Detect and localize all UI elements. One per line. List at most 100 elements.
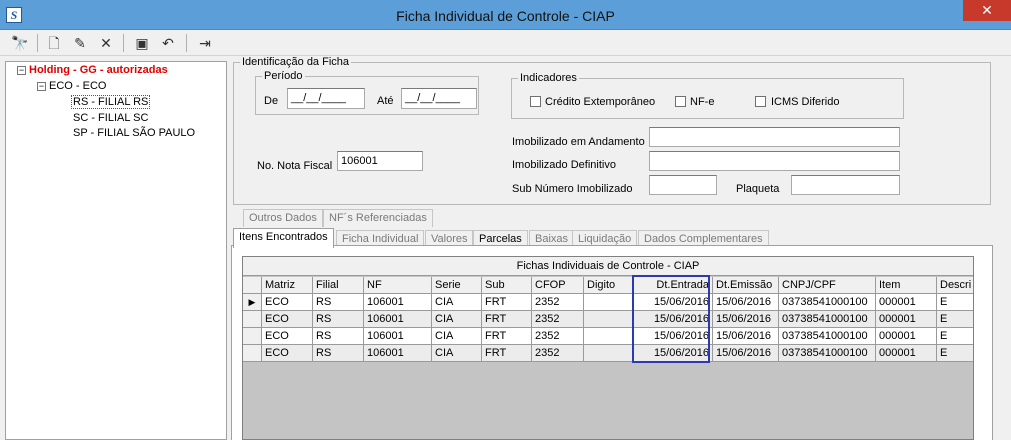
grid-cell-item[interactable]: 000001 [876, 345, 937, 362]
column-header-cfop[interactable]: CFOP [532, 277, 584, 294]
grid-cell-cfop[interactable]: 2352 [532, 345, 584, 362]
grid-cell-filial[interactable]: RS [313, 294, 364, 311]
imobilizado-definitivo-input[interactable] [649, 151, 900, 171]
grid-cell-cnpj-cpf[interactable]: 03738541000100 [779, 328, 876, 345]
imobilizado-definitivo-label: Imobilizado Definitivo [512, 159, 616, 171]
periodo-ate-input[interactable]: __/__/____ [401, 88, 477, 109]
grid-cell-cfop[interactable]: 2352 [532, 311, 584, 328]
grid-cell-matriz[interactable]: ECO [262, 328, 313, 345]
credito-extemporaneo-checkbox[interactable] [530, 96, 541, 107]
periodo-de-input[interactable]: __/__/____ [287, 88, 365, 109]
grid-cell-descri[interactable]: E [937, 294, 973, 311]
column-header-descri[interactable]: Descri [937, 277, 973, 294]
grid-cell-serie[interactable]: CIA [432, 311, 482, 328]
row-indicator[interactable] [243, 345, 262, 362]
grid-cell-item[interactable]: 000001 [876, 311, 937, 328]
column-header-cnpj-cpf[interactable]: CNPJ/CPF [779, 277, 876, 294]
nfe-checkbox[interactable] [675, 96, 686, 107]
grid-cell-dt-emissao[interactable]: 15/06/2016 [713, 294, 779, 311]
row-indicator[interactable]: ▶ [243, 294, 262, 311]
undo-icon[interactable]: ↶ [158, 33, 178, 53]
tab-itens-encontrados[interactable]: Itens Encontrados [233, 228, 334, 248]
grid-cell-filial[interactable]: RS [313, 311, 364, 328]
new-document-icon[interactable]: 🗋 [44, 33, 64, 53]
grid-caption: Fichas Individuais de Controle - CIAP [243, 257, 973, 276]
grid-cell-dt-entrada[interactable]: 15/06/2016 [633, 328, 713, 345]
column-header-nf[interactable]: NF [364, 277, 432, 294]
row-indicator[interactable] [243, 328, 262, 345]
grid-cell-descri[interactable]: E [937, 345, 973, 362]
grid-cell-nf[interactable]: 106001 [364, 328, 432, 345]
grid-cell-descri[interactable]: E [937, 328, 973, 345]
tab-outros-dados[interactable]: Outros Dados [243, 209, 323, 227]
grid-cell-dt-entrada[interactable]: 15/06/2016 [633, 311, 713, 328]
grid-cell-matriz[interactable]: ECO [262, 294, 313, 311]
grid-cell-nf[interactable]: 106001 [364, 345, 432, 362]
grid-cell-nf[interactable]: 106001 [364, 311, 432, 328]
grid-cell-digito[interactable] [584, 311, 633, 328]
column-header-sub[interactable]: Sub [482, 277, 532, 294]
edit-icon[interactable]: ✎ [70, 33, 90, 53]
tree-node-branch-rs[interactable]: RS - FILIAL RS [71, 95, 151, 110]
tree-node-label: SC - FILIAL SC [73, 112, 149, 124]
grid-cell-matriz[interactable]: ECO [262, 311, 313, 328]
row-indicator[interactable] [243, 311, 262, 328]
exit-icon[interactable]: ⇥ [195, 33, 215, 53]
company-tree[interactable]: − Holding - GG - autorizadas − ECO - ECO R… [5, 61, 227, 440]
grid-cell-cnpj-cpf[interactable]: 03738541000100 [779, 311, 876, 328]
grid-cell-dt-entrada[interactable]: 15/06/2016 [633, 345, 713, 362]
grid-cell-filial[interactable]: RS [313, 328, 364, 345]
grid-cell-cfop[interactable]: 2352 [532, 294, 584, 311]
grid-cell-sub[interactable]: FRT [482, 294, 532, 311]
column-header-digito[interactable]: Digito [584, 277, 633, 294]
column-header-matriz[interactable]: Matriz [262, 277, 313, 294]
grid-cell-filial[interactable]: RS [313, 345, 364, 362]
plaqueta-input[interactable] [791, 175, 900, 195]
column-header-dt-entrada[interactable]: Dt.Entrada [633, 277, 713, 294]
grid-cell-sub[interactable]: FRT [482, 345, 532, 362]
grid-cell-serie[interactable]: CIA [432, 294, 482, 311]
delete-icon[interactable]: ✕ [96, 33, 116, 53]
grid-cell-dt-emissao[interactable]: 15/06/2016 [713, 328, 779, 345]
save-icon[interactable]: ▣ [132, 33, 152, 53]
column-header-dt-emissao[interactable]: Dt.Emissão [713, 277, 779, 294]
nota-fiscal-input[interactable]: 106001 [337, 151, 423, 171]
tree-node-branch-sc[interactable]: SC - FILIAL SC [73, 111, 148, 126]
collapse-icon[interactable]: − [37, 81, 46, 91]
toolbar: 🔭 🗋 ✎ ✕ ▣ ↶ ⇥ [0, 30, 1011, 56]
grid-cell-sub[interactable]: FRT [482, 328, 532, 345]
imobilizado-andamento-label: Imobilizado em Andamento [512, 136, 645, 148]
icms-diferido-checkbox[interactable] [755, 96, 766, 107]
nfe-label: NF-e [690, 96, 715, 108]
grid-cell-nf[interactable]: 106001 [364, 294, 432, 311]
grid-cell-matriz[interactable]: ECO [262, 345, 313, 362]
grid-cell-dt-emissao[interactable]: 15/06/2016 [713, 311, 779, 328]
grid-cell-cfop[interactable]: 2352 [532, 328, 584, 345]
column-header-serie[interactable]: Serie [432, 277, 482, 294]
fichas-grid[interactable]: Fichas Individuais de Controle - CIAP Ma… [242, 256, 974, 440]
tree-node-company[interactable]: − ECO - ECO [37, 79, 106, 94]
grid-cell-digito[interactable] [584, 294, 633, 311]
grid-cell-dt-entrada[interactable]: 15/06/2016 [633, 294, 713, 311]
column-header-filial[interactable]: Filial [313, 277, 364, 294]
grid-cell-descri[interactable]: E [937, 311, 973, 328]
close-button[interactable]: ✕ [963, 0, 1011, 21]
tab-nfs-referenciadas[interactable]: NF´s Referenciadas [323, 209, 433, 227]
column-header-item[interactable]: Item [876, 277, 937, 294]
grid-cell-item[interactable]: 000001 [876, 294, 937, 311]
sub-numero-input[interactable] [649, 175, 717, 195]
grid-cell-sub[interactable]: FRT [482, 311, 532, 328]
grid-cell-serie[interactable]: CIA [432, 345, 482, 362]
search-icon[interactable]: 🔭 [10, 33, 30, 53]
grid-cell-serie[interactable]: CIA [432, 328, 482, 345]
grid-cell-digito[interactable] [584, 328, 633, 345]
grid-cell-dt-emissao[interactable]: 15/06/2016 [713, 345, 779, 362]
grid-cell-cnpj-cpf[interactable]: 03738541000100 [779, 345, 876, 362]
grid-cell-item[interactable]: 000001 [876, 328, 937, 345]
tree-node-branch-sp[interactable]: SP - FILIAL SÃO PAULO [73, 126, 195, 141]
grid-cell-cnpj-cpf[interactable]: 03738541000100 [779, 294, 876, 311]
imobilizado-andamento-input[interactable] [649, 127, 900, 147]
grid-cell-digito[interactable] [584, 345, 633, 362]
collapse-icon[interactable]: − [17, 65, 26, 75]
tree-node-holding[interactable]: − Holding - GG - autorizadas [17, 63, 168, 78]
